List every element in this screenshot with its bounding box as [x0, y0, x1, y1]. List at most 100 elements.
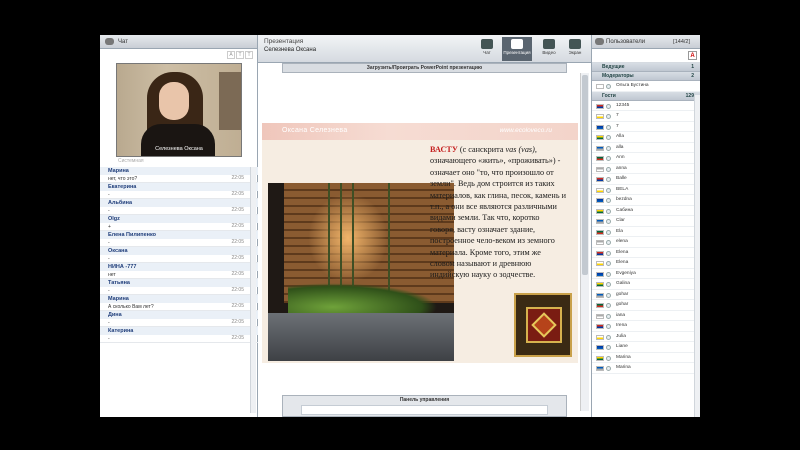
chat-panel: Чат ATT Селезнева Оксана Системная Марин…	[100, 35, 258, 417]
flag-icon	[596, 282, 604, 287]
font-style-button[interactable]: T	[245, 50, 253, 59]
tab-presentation[interactable]: Презентация	[502, 37, 532, 61]
user-name: Liane	[616, 344, 628, 349]
upload-powerpoint-button[interactable]: Загрузить/Проиграть PowerPoint презентац…	[282, 63, 567, 73]
user-row[interactable]: Alla	[592, 132, 700, 143]
status-icon	[606, 187, 611, 193]
slide-text-part: , означающего «жить», «проживать») - озн…	[430, 145, 566, 280]
user-row[interactable]: bezdna	[592, 195, 700, 206]
presentation-title: Презентация	[264, 38, 304, 45]
user-row[interactable]: Elena	[592, 248, 700, 258]
flag-icon	[596, 177, 604, 182]
message-author[interactable]: Марина	[100, 167, 258, 175]
font-size-button[interactable]: A	[688, 51, 697, 60]
message-author[interactable]: НИНА -777	[100, 263, 258, 271]
status-icon	[606, 145, 611, 151]
flag-icon	[596, 198, 604, 203]
users-scrollbar[interactable]	[694, 95, 700, 417]
chat-message: Марина А сколько Вам лет? 22:05	[100, 295, 258, 311]
user-row[interactable]: anna	[592, 164, 700, 174]
message-time: 22:05	[231, 191, 244, 197]
user-row[interactable]: Elena	[592, 258, 700, 269]
group-leading[interactable]: Ведущие 1	[592, 63, 700, 72]
tab-screen[interactable]: Экран	[560, 37, 590, 61]
user-row[interactable]: Ann	[592, 153, 700, 164]
user-row[interactable]: elena	[592, 237, 700, 248]
user-row[interactable]: Evgeniya	[592, 269, 700, 279]
flag-icon	[596, 156, 604, 161]
chat-bubble-icon	[105, 38, 114, 45]
user-name: Galina	[616, 281, 630, 286]
app-window: Чат ATT Селезнева Оксана Системная Марин…	[100, 35, 700, 417]
message-author[interactable]: Марина	[100, 295, 258, 303]
user-name: Marina	[616, 365, 631, 370]
user-row[interactable]: gohar	[592, 290, 700, 300]
user-row[interactable]: Liane	[592, 342, 700, 353]
users-toolbar: A	[592, 49, 700, 63]
status-icon	[606, 114, 611, 119]
user-row[interactable]: alla	[592, 143, 700, 153]
webcam-video: Селезнева Оксана	[116, 63, 242, 157]
flag-icon	[596, 271, 604, 277]
tab-chat[interactable]: Чат	[472, 37, 502, 61]
flag-icon	[596, 187, 604, 193]
user-row[interactable]: 7	[592, 122, 700, 132]
chat-scrollbar[interactable]	[250, 167, 256, 413]
flag-icon	[596, 240, 604, 245]
user-row[interactable]: Irena	[592, 321, 700, 332]
user-row[interactable]: Balle	[592, 174, 700, 185]
message-author[interactable]: Катерина	[100, 327, 258, 335]
user-row[interactable]: gohar	[592, 300, 700, 311]
user-name: Elena	[616, 249, 629, 255]
scrollbar-thumb[interactable]	[582, 75, 588, 275]
group-moderators[interactable]: Модераторы 2	[592, 72, 700, 81]
chat-message-list: Марина нет, что это? 22:05 Екатерина -22:05…	[100, 167, 258, 413]
user-row[interactable]: Ольга Бустина	[592, 81, 700, 92]
tab-label: Чат	[483, 50, 491, 55]
user-row[interactable]: BELA	[592, 185, 700, 195]
user-name: anna	[616, 165, 627, 171]
message-author[interactable]: Татьяна	[100, 279, 258, 287]
user-row[interactable]: iana	[592, 311, 700, 321]
message-author[interactable]: Дина	[100, 311, 258, 319]
system-label: Системная	[118, 158, 144, 164]
chat-bubble-icon	[481, 39, 493, 49]
message-author[interactable]: Оксана	[100, 247, 258, 255]
user-row[interactable]: 12345	[592, 101, 700, 111]
slide-keyword: ВАСТУ	[430, 145, 458, 154]
user-row[interactable]: Marina	[592, 353, 700, 363]
user-name: Сабина	[616, 207, 633, 213]
user-row[interactable]: Julia	[592, 332, 700, 342]
vastu-yantra-image	[514, 293, 572, 357]
user-row[interactable]: Ela	[592, 227, 700, 237]
flag-icon	[596, 345, 604, 350]
status-icon	[606, 282, 611, 287]
user-row[interactable]: Clar	[592, 216, 700, 227]
presenter-face	[159, 82, 189, 120]
message-author[interactable]: Елена Пилипенко	[100, 231, 258, 239]
flag-icon	[596, 250, 604, 256]
control-panel-area[interactable]	[301, 405, 548, 415]
message-author[interactable]: Альбина	[100, 199, 258, 207]
user-row[interactable]: Сабина	[592, 206, 700, 216]
chat-message: Альбина -22:05	[100, 199, 258, 215]
presentation-header: Презентация Селезнева Оксана Чат Презент…	[258, 35, 591, 63]
presentation-scrollbar[interactable]	[580, 73, 589, 411]
group-guests[interactable]: Гости 129	[592, 91, 700, 101]
status-icon	[606, 198, 611, 203]
presenter-body	[141, 124, 215, 156]
message-author[interactable]: Olgz	[100, 215, 258, 223]
font-size-button[interactable]: A	[227, 50, 235, 59]
group-label: Гости	[602, 92, 616, 99]
control-panel-label: Панель управления	[399, 397, 450, 403]
video-camera-icon	[543, 39, 555, 49]
user-row[interactable]: Marina	[592, 363, 700, 374]
message-author[interactable]: Екатерина	[100, 183, 258, 191]
user-row[interactable]: Galina	[592, 279, 700, 290]
user-row[interactable]: 7	[592, 111, 700, 122]
message-time: 22:05	[231, 303, 244, 309]
user-name: Julia	[616, 333, 626, 339]
flag-icon	[596, 124, 604, 130]
user-name: Clar	[616, 218, 625, 223]
font-style-button[interactable]: T	[236, 50, 244, 59]
